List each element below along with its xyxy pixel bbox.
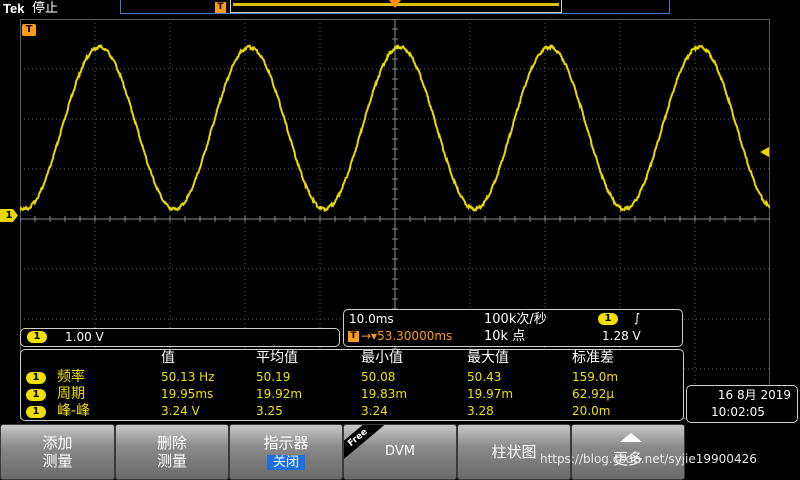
col-header-stddev: 标准差 xyxy=(572,350,614,366)
run-state-label: 停止 xyxy=(32,1,59,16)
indicator-state-badge: 关闭 xyxy=(266,455,305,470)
cell-min: 50.08 xyxy=(361,370,396,384)
measurement-name: 频率 xyxy=(57,369,85,385)
cell-value: 50.13 Hz xyxy=(161,370,215,384)
table-row[interactable]: 1 频率 50.13 Hz 50.19 50.08 50.43 159.0m xyxy=(21,369,683,386)
time-label: 10:02:05 xyxy=(711,405,765,419)
trigger-level-arrow-icon[interactable] xyxy=(760,147,769,157)
cell-value: 3.24 V xyxy=(161,404,200,418)
trigger-position-tag: T xyxy=(215,2,226,13)
cell-stddev: 62.92μ xyxy=(572,387,614,401)
cell-max: 50.43 xyxy=(467,370,502,384)
row-channel-badge: 1 xyxy=(26,406,46,418)
ch1-vertical-scale-readout[interactable]: 1 1.00 V xyxy=(20,328,340,347)
sample-rate: 100k次/秒 xyxy=(484,312,547,327)
delete-measurement-button[interactable]: 删除 测量 xyxy=(115,424,229,480)
cell-stddev: 159.0m xyxy=(572,370,619,384)
trigger-delay-icon: T xyxy=(348,331,359,342)
measurement-name: 峰-峰 xyxy=(57,403,91,419)
button-label: 测量 xyxy=(42,452,73,470)
ch1-ground-marker-icon[interactable]: 1 xyxy=(0,209,18,222)
button-label: 删除 xyxy=(156,434,187,452)
brand-logo: Tek xyxy=(3,1,25,16)
cell-mean: 50.19 xyxy=(256,370,291,384)
cell-mean: 3.25 xyxy=(256,404,283,418)
cell-max: 3.28 xyxy=(467,404,494,418)
button-label: 添加 xyxy=(42,434,73,452)
trigger-point-marker-icon xyxy=(389,0,401,8)
col-header-value: 值 xyxy=(161,350,175,366)
cell-max: 19.97m xyxy=(467,387,514,401)
record-length: 10k 点 xyxy=(484,329,526,344)
ch1-badge: 1 xyxy=(27,331,47,343)
top-status-bar: Tek 停止 T xyxy=(0,0,800,17)
measurement-results-table[interactable]: 值 平均值 最小值 最大值 标准差 1 频率 50.13 Hz 50.19 50… xyxy=(20,349,684,421)
time-per-div: 10.0ms xyxy=(349,312,394,326)
cell-mean: 19.92m xyxy=(256,387,303,401)
cell-stddev: 20.0m xyxy=(572,404,611,418)
cell-value: 19.95ms xyxy=(161,387,214,401)
cell-min: 19.83m xyxy=(361,387,408,401)
date-time-readout[interactable]: 16 8月 2019 10:02:05 xyxy=(686,385,798,423)
trigger-level-value: 1.28 V xyxy=(602,329,641,343)
button-label: 指示器 xyxy=(263,434,309,452)
col-header-min: 最小值 xyxy=(361,350,403,366)
col-header-max: 最大值 xyxy=(467,350,509,366)
source-watermark: https://blog.csdn.net/syjie19900426 xyxy=(540,452,757,466)
row-channel-badge: 1 xyxy=(26,389,46,401)
trigger-source-badge: 1 xyxy=(598,313,618,325)
button-label: 测量 xyxy=(156,452,187,470)
indicator-toggle-button[interactable]: 指示器 关闭 xyxy=(229,424,343,480)
table-row[interactable]: 1 峰-峰 3.24 V 3.25 3.24 3.28 20.0m xyxy=(21,403,683,420)
cell-min: 3.24 xyxy=(361,404,388,418)
col-header-mean: 平均值 xyxy=(256,350,298,366)
dvm-button[interactable]: Free DVM xyxy=(343,424,457,480)
timebase-trigger-readout[interactable]: 10.0ms 100k次/秒 1 ∫ T →▾53.30000ms 10k 点 … xyxy=(343,309,683,347)
trigger-position-readout: →▾53.30000ms xyxy=(361,329,453,343)
measurement-name: 周期 xyxy=(57,386,85,402)
table-row[interactable]: 1 周期 19.95ms 19.92m 19.83m 19.97m 62.92μ xyxy=(21,386,683,403)
trigger-slope-icon: ∫ xyxy=(634,311,641,325)
row-channel-badge: 1 xyxy=(26,372,46,384)
ch1-volts-per-div: 1.00 V xyxy=(65,330,104,344)
trigger-time-marker-icon[interactable]: T xyxy=(22,24,36,36)
add-measurement-button[interactable]: 添加 测量 xyxy=(0,424,115,480)
button-label: DVM xyxy=(385,444,415,459)
chevron-up-icon xyxy=(620,433,642,442)
date-label: 16 8月 2019 xyxy=(717,388,791,402)
trigger-position-value: 53.30000ms xyxy=(377,329,453,343)
